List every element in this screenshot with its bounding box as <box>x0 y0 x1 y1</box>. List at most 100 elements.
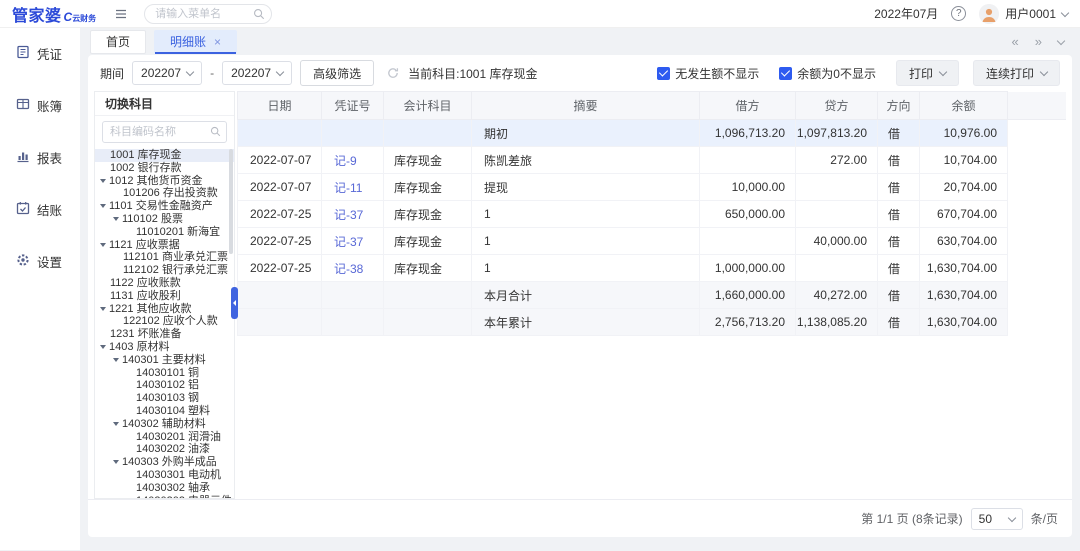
tree-item[interactable]: 14030302 轴承 <box>95 482 234 495</box>
expand-arrow-icon[interactable] <box>113 460 119 464</box>
cell-direction: 借 <box>878 309 920 336</box>
cell-direction: 借 <box>878 228 920 255</box>
tree-item[interactable]: 1122 应收账款 <box>95 277 234 290</box>
cell-voucher: 记-37 <box>322 201 384 228</box>
expand-arrow-icon[interactable] <box>100 345 106 349</box>
table-header-row: 日期凭证号会计科目摘要借方贷方方向余额 <box>238 92 1067 120</box>
sidebar-item-report[interactable]: 报表 <box>0 148 80 167</box>
tree-item[interactable]: 14030201 润滑油 <box>95 431 234 444</box>
column-header: 余额 <box>920 92 1008 120</box>
tree-item-label: 112101 商业承兑汇票 <box>123 251 228 263</box>
tree-item-label: 140301 主要材料 <box>122 354 206 366</box>
tree-item-label: 11010201 新海宜 <box>136 226 220 238</box>
tree-item[interactable]: 112102 银行承兑汇票 <box>95 264 234 277</box>
user-menu[interactable]: 用户0001 <box>979 4 1068 24</box>
sidebar-item-closing[interactable]: 结账 <box>0 200 80 219</box>
expand-arrow-icon[interactable] <box>113 422 119 426</box>
sidebar-item-label: 凭证 <box>37 44 62 63</box>
tab-scroll-left-icon[interactable]: « <box>1012 34 1019 49</box>
tree-item[interactable]: 14030101 铜 <box>95 367 234 380</box>
chevron-down-icon <box>1007 513 1015 521</box>
sidebar-item-ledger[interactable]: 账簿 <box>0 96 80 115</box>
expand-arrow-icon[interactable] <box>100 179 106 183</box>
period-from-select[interactable]: 202207 <box>132 61 202 85</box>
tab-list-dropdown-icon[interactable] <box>1057 36 1065 44</box>
search-icon[interactable] <box>253 8 265 23</box>
voucher-link[interactable]: 记-37 <box>334 208 363 222</box>
sidebar-item-settings[interactable]: 设置 <box>0 252 80 271</box>
tree-item-label: 122102 应收个人款 <box>123 315 218 327</box>
tree-item[interactable]: 14030303 电器元件 <box>95 495 234 498</box>
tree-item[interactable]: 14030301 电动机 <box>95 469 234 482</box>
report-icon <box>16 149 30 166</box>
tree-item[interactable]: 1002 银行存款 <box>95 162 234 175</box>
tree-item[interactable]: 14030104 塑料 <box>95 405 234 418</box>
voucher-link[interactable]: 记-9 <box>334 154 357 168</box>
help-icon[interactable]: ? <box>951 6 966 21</box>
checkbox-checked-icon[interactable] <box>779 67 792 80</box>
search-icon[interactable] <box>210 126 221 140</box>
tab-detail-ledger[interactable]: 明细账 × <box>154 30 237 54</box>
zero-balance-checkbox[interactable]: 余额为0不显示 <box>779 65 876 82</box>
tab-scroll-right-icon[interactable]: » <box>1035 34 1042 49</box>
checkbox-checked-icon[interactable] <box>657 67 670 80</box>
tree-item[interactable]: 1001 库存现金 <box>95 149 234 162</box>
tree-item-label: 1131 应收股利 <box>110 290 181 302</box>
tree-item[interactable]: 101206 存出投资款 <box>95 187 234 200</box>
tree-item[interactable]: 112101 商业承兑汇票 <box>95 251 234 264</box>
expand-arrow-icon[interactable] <box>113 217 119 221</box>
tree-item[interactable]: 1012 其他货币资金 <box>95 175 234 188</box>
cell-direction: 借 <box>878 255 920 282</box>
tree-item-label: 112102 银行承兑汇票 <box>123 264 228 276</box>
voucher-link[interactable]: 记-11 <box>334 181 362 195</box>
no-activity-checkbox[interactable]: 无发生额不显示 <box>657 65 759 82</box>
cell-account: 库存现金 <box>384 228 472 255</box>
tree-item-label: 140303 外购半成品 <box>122 456 217 468</box>
header-filler <box>1008 92 1067 120</box>
tab-home[interactable]: 首页 <box>90 30 146 54</box>
tree-item[interactable]: 11010201 新海宜 <box>95 226 234 239</box>
tab-label: 明细账 <box>170 35 206 49</box>
menu-toggle-icon[interactable] <box>114 7 128 21</box>
tree-item[interactable]: 1403 原材料 <box>95 341 234 354</box>
tree-item[interactable]: 1121 应收票据 <box>95 239 234 252</box>
refresh-icon[interactable] <box>386 66 400 80</box>
panel-collapse-handle[interactable] <box>231 287 238 319</box>
checkbox-label: 余额为0不显示 <box>797 65 876 82</box>
tree-item-label: 14030104 塑料 <box>136 405 210 417</box>
page-size-select[interactable]: 50 <box>971 508 1023 530</box>
voucher-link[interactable]: 记-38 <box>334 262 363 276</box>
chevron-down-icon <box>186 68 194 76</box>
cell-summary: 期初 <box>472 120 700 147</box>
tree-item[interactable]: 1231 坏账准备 <box>95 328 234 341</box>
voucher-link[interactable]: 记-37 <box>334 235 363 249</box>
cell-voucher <box>322 120 384 147</box>
tree-item[interactable]: 140301 主要材料 <box>95 354 234 367</box>
account-search-input[interactable] <box>102 121 227 143</box>
expand-arrow-icon[interactable] <box>100 243 106 247</box>
period-to-select[interactable]: 202207 <box>222 61 292 85</box>
continuous-print-button[interactable]: 连续打印 <box>973 60 1060 86</box>
close-tab-icon[interactable]: × <box>214 35 221 49</box>
print-button[interactable]: 打印 <box>896 60 959 86</box>
tree-item[interactable]: 140302 辅助材料 <box>95 418 234 431</box>
tree-item[interactable]: 122102 应收个人款 <box>95 315 234 328</box>
scrollbar-thumb[interactable] <box>229 149 233 254</box>
tree-item[interactable]: 14030103 钢 <box>95 392 234 405</box>
row-filler <box>1008 174 1067 201</box>
tree-item[interactable]: 14030102 铝 <box>95 379 234 392</box>
tree-item-label: 1101 交易性金融资产 <box>109 200 213 212</box>
tree-item[interactable]: 1131 应收股利 <box>95 290 234 303</box>
accounting-period[interactable]: 2022年07月 <box>874 5 938 22</box>
expand-arrow-icon[interactable] <box>100 307 106 311</box>
advanced-filter-button[interactable]: 高级筛选 <box>300 60 374 86</box>
cell-balance: 20,704.00 <box>920 174 1008 201</box>
tree-item[interactable]: 1221 其他应收款 <box>95 303 234 316</box>
tree-item[interactable]: 1101 交易性金融资产 <box>95 200 234 213</box>
tree-item[interactable]: 140303 外购半成品 <box>95 456 234 469</box>
tree-item[interactable]: 110102 股票 <box>95 213 234 226</box>
expand-arrow-icon[interactable] <box>113 358 119 362</box>
sidebar-item-voucher[interactable]: 凭证 <box>0 44 80 63</box>
expand-arrow-icon[interactable] <box>100 204 106 208</box>
tree-item[interactable]: 14030202 油漆 <box>95 443 234 456</box>
